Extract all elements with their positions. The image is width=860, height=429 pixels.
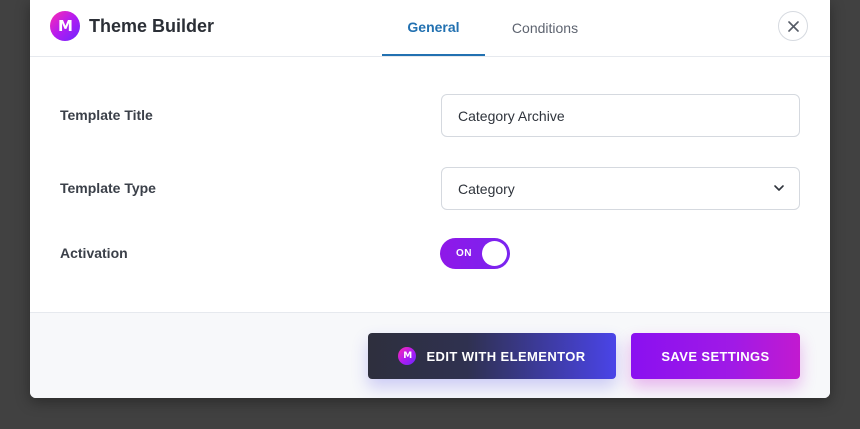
- modal-footer: M EDIT WITH ELEMENTOR SAVE SETTINGS: [30, 312, 830, 398]
- template-type-label: Template Type: [60, 180, 156, 196]
- edit-button-label: EDIT WITH ELEMENTOR: [426, 348, 586, 364]
- tab-conditions[interactable]: Conditions: [500, 0, 590, 56]
- toggle-knob: [482, 241, 507, 266]
- template-title-label: Template Title: [60, 107, 153, 123]
- mini-logo-letter: M: [403, 351, 412, 361]
- modal-title: Theme Builder: [89, 15, 215, 36]
- brand-logo-letter: M: [58, 17, 73, 35]
- theme-builder-modal: M Theme Builder General Conditions Templ…: [30, 0, 830, 398]
- activation-label: Activation: [60, 245, 128, 261]
- template-title-value: Category Archive: [458, 107, 565, 124]
- brand: M Theme Builder: [50, 10, 214, 42]
- close-icon: [787, 20, 799, 32]
- activation-toggle[interactable]: ON: [440, 238, 510, 269]
- save-button-label: SAVE SETTINGS: [661, 348, 770, 364]
- close-button[interactable]: [778, 11, 808, 41]
- brand-logo-icon: M: [50, 11, 80, 41]
- template-type-select[interactable]: Category: [441, 167, 800, 210]
- modal-header: M Theme Builder General Conditions: [30, 0, 830, 57]
- template-title-input[interactable]: Category Archive: [441, 94, 800, 137]
- tab-general[interactable]: General: [382, 0, 485, 56]
- template-type-value: Category: [458, 180, 515, 197]
- chevron-down-icon: [774, 185, 784, 191]
- edit-with-elementor-button[interactable]: M EDIT WITH ELEMENTOR: [368, 333, 616, 379]
- elementor-logo-icon: M: [398, 347, 417, 365]
- save-settings-button[interactable]: SAVE SETTINGS: [631, 333, 800, 379]
- toggle-state-text: ON: [456, 248, 472, 259]
